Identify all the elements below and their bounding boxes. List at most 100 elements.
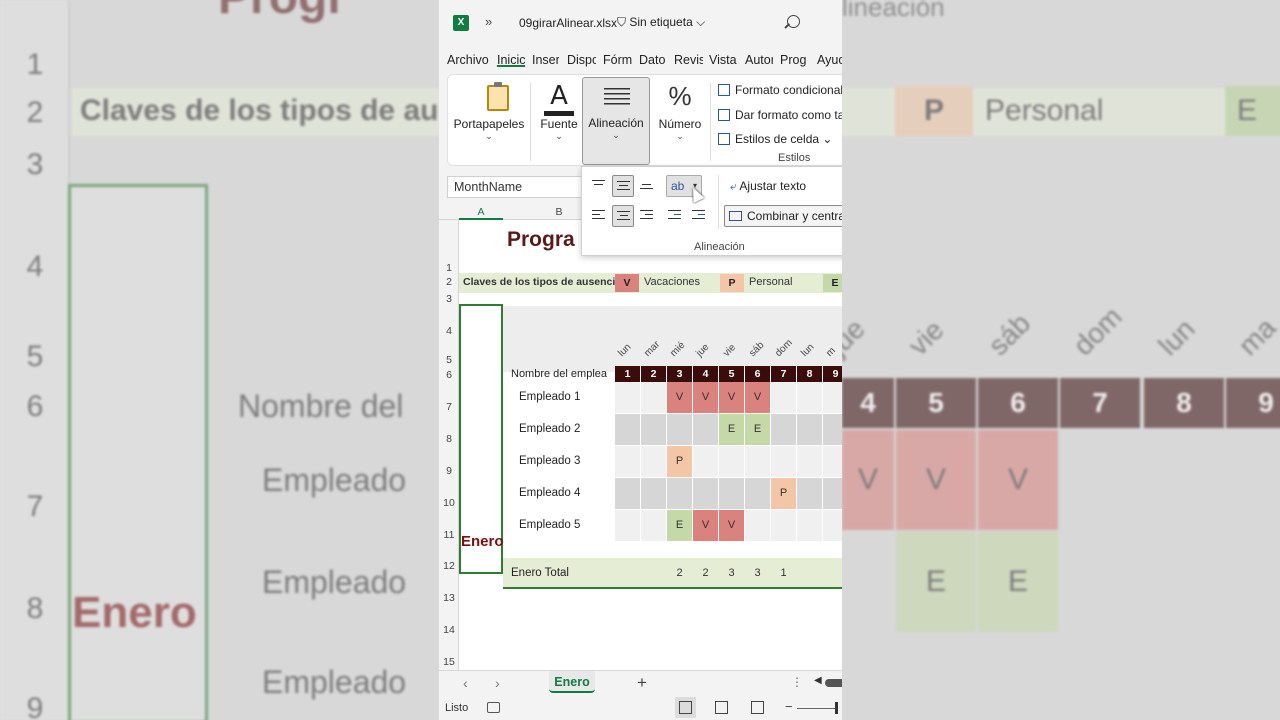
- day-cell[interactable]: V: [693, 510, 718, 541]
- alineacion-button[interactable]: Alineación ⌄: [582, 77, 650, 165]
- day-cell[interactable]: P: [667, 446, 692, 477]
- row-number[interactable]: 4: [439, 325, 459, 337]
- total-cell[interactable]: 2: [667, 558, 692, 589]
- day-cell[interactable]: V: [667, 382, 692, 413]
- day-cell[interactable]: V: [719, 510, 744, 541]
- day-cell[interactable]: [745, 478, 770, 509]
- portapapeles-button[interactable]: Portapapeles ⌄: [450, 79, 528, 163]
- row-number[interactable]: 14: [439, 624, 459, 636]
- total-cell[interactable]: 2: [693, 558, 718, 589]
- chevron-left-icon[interactable]: ‹: [463, 675, 468, 691]
- day-cell[interactable]: [797, 414, 822, 445]
- day-cell[interactable]: [771, 510, 796, 541]
- day-cell[interactable]: [823, 446, 842, 477]
- row-number[interactable]: 3: [439, 293, 459, 305]
- day-cell[interactable]: [719, 478, 744, 509]
- formato-condicional-button[interactable]: Formato condicional: [718, 83, 842, 97]
- total-cell[interactable]: [615, 558, 640, 589]
- page-break-preview-icon[interactable]: [751, 701, 764, 714]
- dar-formato-tabla-button[interactable]: Dar formato como ta: [718, 108, 842, 122]
- selected-merged-cell[interactable]: Enero: [459, 304, 503, 574]
- day-cell[interactable]: [823, 478, 842, 509]
- column-header-a[interactable]: A: [459, 206, 503, 218]
- increase-indent-button[interactable]: [688, 205, 710, 227]
- sheet-tab-enero[interactable]: Enero: [549, 671, 595, 693]
- employee-name[interactable]: Empleado 1: [519, 391, 580, 403]
- row-number[interactable]: 9: [439, 465, 459, 477]
- align-middle-button[interactable]: [612, 175, 634, 197]
- tab-automatizar[interactable]: Autor: [745, 53, 773, 67]
- zoom-slider-thumb[interactable]: [835, 702, 838, 714]
- align-bottom-button[interactable]: [636, 175, 658, 197]
- horizontal-scrollbar[interactable]: [825, 679, 842, 687]
- day-cell[interactable]: V: [745, 382, 770, 413]
- total-cell[interactable]: 3: [745, 558, 770, 589]
- sensitivity-label-button[interactable]: ⛉ Sin etiqueta ⌵: [617, 15, 705, 30]
- total-cell[interactable]: 3: [719, 558, 744, 589]
- align-right-button[interactable]: [636, 205, 658, 227]
- row-number[interactable]: 5: [439, 354, 459, 366]
- align-top-button[interactable]: [588, 175, 610, 197]
- day-cell[interactable]: [615, 382, 640, 413]
- numero-button[interactable]: % Número ⌄: [652, 79, 708, 163]
- row-number[interactable]: 15: [439, 656, 459, 668]
- tab-inicio[interactable]: Inicic: [497, 53, 525, 67]
- more-options-icon[interactable]: ⋮: [791, 675, 803, 689]
- total-label[interactable]: Enero Total: [511, 567, 569, 579]
- row-number[interactable]: 11: [439, 529, 459, 541]
- day-cell[interactable]: [693, 478, 718, 509]
- day-cell[interactable]: P: [771, 478, 796, 509]
- row-number[interactable]: 2: [439, 276, 459, 288]
- estilos-celda-button[interactable]: Estilos de celda ⌄: [718, 132, 832, 146]
- day-cell[interactable]: [771, 414, 796, 445]
- fuente-button[interactable]: A Fuente ⌄: [534, 79, 584, 163]
- day-cell[interactable]: [641, 414, 666, 445]
- tab-archivo[interactable]: Archivo: [447, 53, 489, 67]
- day-cell[interactable]: [693, 446, 718, 477]
- employee-name[interactable]: Empleado 2: [519, 423, 580, 435]
- zoom-slider[interactable]: [797, 708, 837, 709]
- day-cell[interactable]: [641, 446, 666, 477]
- tab-vista[interactable]: Vista: [709, 53, 738, 67]
- day-cell[interactable]: [771, 446, 796, 477]
- day-cell[interactable]: [797, 478, 822, 509]
- day-cell[interactable]: [823, 510, 842, 541]
- day-cell[interactable]: [641, 510, 666, 541]
- total-cell[interactable]: 1: [771, 558, 796, 589]
- worksheet-grid[interactable]: A B 1 2 3 4 5 6 7 8 9 10 11 12 13 14 15 …: [439, 204, 842, 670]
- tab-revisar[interactable]: Revis: [674, 53, 703, 67]
- align-center-button[interactable]: [612, 205, 634, 227]
- tab-datos[interactable]: Dato: [639, 53, 667, 67]
- day-cell[interactable]: [797, 510, 822, 541]
- day-cell[interactable]: [823, 414, 842, 445]
- total-cell[interactable]: [641, 558, 666, 589]
- day-cell[interactable]: [641, 382, 666, 413]
- zoom-out-icon[interactable]: −: [785, 699, 793, 714]
- day-cell[interactable]: [641, 478, 666, 509]
- normal-view-icon[interactable]: [675, 697, 696, 718]
- row-number[interactable]: 12: [439, 560, 459, 572]
- day-cell[interactable]: V: [693, 382, 718, 413]
- row-number[interactable]: 10: [439, 497, 459, 509]
- decrease-indent-button[interactable]: [664, 205, 686, 227]
- tab-formulas[interactable]: Fórm: [603, 53, 633, 67]
- total-cell[interactable]: [797, 558, 822, 589]
- employee-name[interactable]: Empleado 3: [519, 455, 580, 467]
- combinar-centrar-button[interactable]: Combinar y centrar: [724, 205, 842, 227]
- day-cell[interactable]: E: [745, 414, 770, 445]
- tab-insertar[interactable]: Inser: [532, 53, 559, 67]
- add-sheet-icon[interactable]: +: [637, 673, 647, 693]
- row-number[interactable]: 13: [439, 592, 459, 604]
- day-cell[interactable]: [615, 510, 640, 541]
- align-left-button[interactable]: [588, 205, 610, 227]
- day-cell[interactable]: [823, 382, 842, 413]
- ajustar-texto-button[interactable]: ⤶ Ajustar texto: [730, 179, 806, 194]
- row-number[interactable]: 1: [439, 262, 459, 274]
- cell-area[interactable]: Progra Claves de los tipos de ausencia V…: [459, 220, 842, 670]
- row-number[interactable]: 6: [439, 369, 459, 381]
- employee-name[interactable]: Empleado 4: [519, 487, 580, 499]
- tab-programador[interactable]: Prog: [780, 53, 810, 67]
- chevron-right-icon[interactable]: ›: [495, 675, 500, 691]
- day-cell[interactable]: [771, 382, 796, 413]
- day-cell[interactable]: [667, 478, 692, 509]
